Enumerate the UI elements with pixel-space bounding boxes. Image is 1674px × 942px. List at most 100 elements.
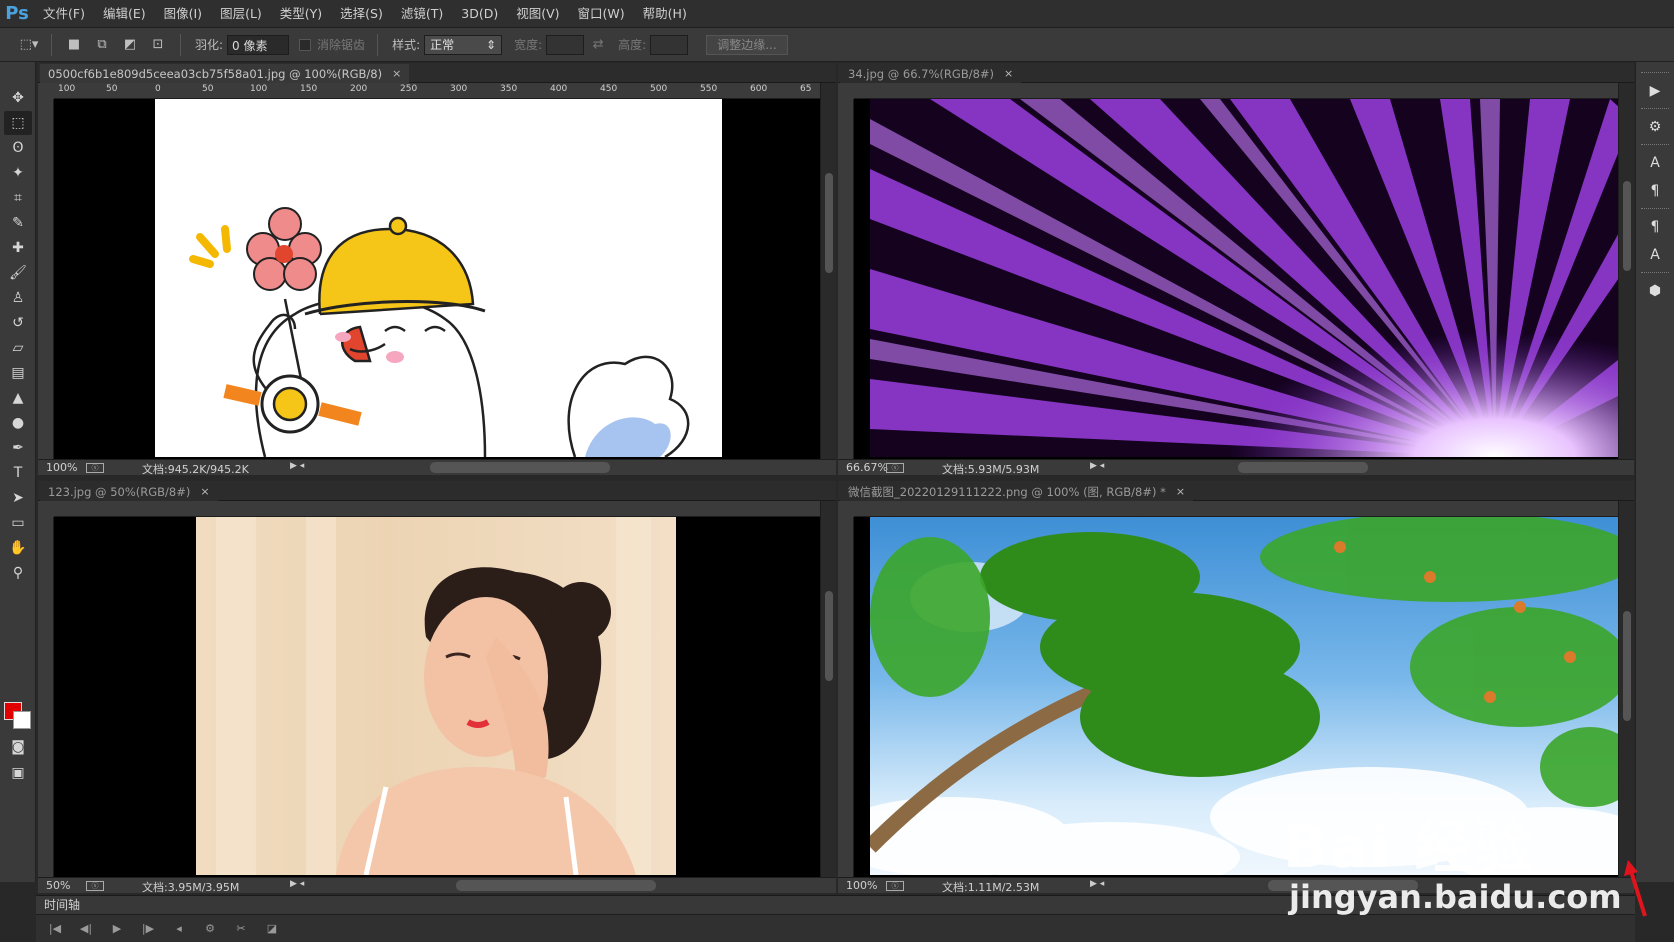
zoom-level[interactable]: 66.67%: [846, 461, 888, 474]
pen-tool-icon[interactable]: ✒: [4, 436, 32, 460]
intersect-selection-icon[interactable]: ⊡: [147, 34, 169, 56]
document-tab[interactable]: 微信截图_20220129111222.png @ 100% (图, RGB/8…: [840, 482, 1194, 501]
document-tab[interactable]: 0500cf6b1e809d5ceea03cb75f58a01.jpg @ 10…: [40, 64, 410, 83]
type-tool-icon[interactable]: T: [4, 461, 32, 485]
new-selection-icon[interactable]: ■: [63, 34, 85, 56]
document-canvas[interactable]: [54, 517, 820, 877]
zoom-level[interactable]: 100%: [46, 461, 77, 474]
portrait-photo-image: [196, 517, 676, 875]
horizontal-scrollbar-thumb[interactable]: [456, 880, 656, 891]
zoom-level[interactable]: 50%: [46, 879, 70, 892]
previous-frame-icon[interactable]: ◀|: [75, 919, 97, 939]
character-styles-icon[interactable]: A: [1641, 242, 1669, 268]
lasso-tool-icon[interactable]: ʘ: [4, 136, 32, 160]
properties-icon[interactable]: ⚙: [1641, 114, 1669, 140]
path-selection-tool-icon[interactable]: ➤: [4, 486, 32, 510]
shape-tool-icon[interactable]: ▭: [4, 511, 32, 535]
feather-input[interactable]: 0 像素: [227, 34, 290, 55]
subtract-selection-icon[interactable]: ◩: [119, 34, 141, 56]
move-tool-icon[interactable]: ✥: [4, 86, 32, 110]
menu-image[interactable]: 图像(I): [155, 0, 211, 28]
vertical-scrollbar[interactable]: [820, 501, 836, 877]
scrollbar-thumb[interactable]: [825, 591, 833, 681]
spot-healing-tool-icon[interactable]: ✚: [4, 236, 32, 260]
close-icon[interactable]: ×: [1004, 67, 1013, 80]
settings-icon[interactable]: ⚙: [199, 919, 221, 939]
cartoon-image: [155, 99, 722, 457]
document-tab[interactable]: 34.jpg @ 66.7%(RGB/8#) ×: [840, 64, 1022, 83]
character-icon[interactable]: A: [1641, 150, 1669, 176]
marquee-preset-icon[interactable]: ⬚▾: [18, 34, 40, 56]
zoom-level[interactable]: 100%: [846, 879, 877, 892]
status-menu-arrow-icon[interactable]: ▶ ◂: [1090, 879, 1104, 889]
paragraph-styles-icon[interactable]: ¶: [1641, 214, 1669, 240]
dodge-tool-icon[interactable]: ●: [4, 411, 32, 435]
vertical-scrollbar[interactable]: [820, 83, 836, 459]
brush-tool-icon[interactable]: 🖌: [4, 261, 32, 285]
document-canvas[interactable]: [854, 517, 1618, 877]
scrollbar-thumb[interactable]: [1623, 181, 1631, 271]
ruler-corner: [838, 83, 854, 99]
clone-stamp-tool-icon[interactable]: ♙: [4, 286, 32, 310]
horizontal-scrollbar-thumb[interactable]: [1268, 880, 1418, 891]
status-menu-arrow-icon[interactable]: ▶ ◂: [290, 461, 304, 471]
eyedropper-tool-icon[interactable]: ✎: [4, 211, 32, 235]
3d-cube-icon[interactable]: ⬢: [1641, 278, 1669, 304]
height-input[interactable]: [650, 34, 689, 55]
scissors-icon[interactable]: ✂: [230, 919, 252, 939]
next-frame-icon[interactable]: |▶: [137, 919, 159, 939]
panel-dock: ▶ ⚙ A ¶ ¶ A ⬢: [1635, 62, 1674, 882]
menu-layer[interactable]: 图层(L): [211, 0, 271, 28]
menu-type[interactable]: 类型(Y): [271, 0, 331, 28]
document-canvas[interactable]: [854, 99, 1618, 459]
horizontal-scrollbar-thumb[interactable]: [1238, 462, 1368, 473]
eraser-tool-icon[interactable]: ▱: [4, 336, 32, 360]
menu-edit[interactable]: 编辑(E): [94, 0, 155, 28]
style-select[interactable]: 正常 ⇕: [424, 34, 503, 55]
first-frame-icon[interactable]: |◀: [44, 919, 66, 939]
menu-file[interactable]: 文件(F): [34, 0, 94, 28]
ruler-label: 0: [155, 84, 161, 94]
document-tab[interactable]: 123.jpg @ 50%(RGB/8#) ×: [40, 482, 218, 501]
gradient-tool-icon[interactable]: ▤: [4, 361, 32, 385]
blur-tool-icon[interactable]: ▲: [4, 386, 32, 410]
status-menu-arrow-icon[interactable]: ▶ ◂: [1090, 461, 1104, 471]
vertical-scrollbar[interactable]: [1618, 83, 1634, 459]
status-menu-arrow-icon[interactable]: ▶ ◂: [290, 879, 304, 889]
rectangular-marquee-tool-icon[interactable]: ⬚: [4, 111, 32, 135]
close-icon[interactable]: ×: [392, 67, 401, 80]
transition-icon[interactable]: ◪: [261, 919, 283, 939]
scrollbar-thumb[interactable]: [825, 173, 833, 273]
menu-view[interactable]: 视图(V): [507, 0, 568, 28]
close-icon[interactable]: ×: [1176, 485, 1185, 498]
vertical-scrollbar[interactable]: [1618, 501, 1634, 877]
magic-wand-tool-icon[interactable]: ✦: [4, 161, 32, 185]
refine-edge-button[interactable]: 调整边缘...: [706, 34, 788, 55]
audio-icon[interactable]: ◂: [168, 919, 190, 939]
separator: [377, 33, 379, 56]
close-icon[interactable]: ×: [200, 485, 209, 498]
play-icon[interactable]: ▶: [1641, 78, 1669, 104]
menu-help[interactable]: 帮助(H): [634, 0, 696, 28]
background-color-swatch[interactable]: [13, 711, 31, 729]
paragraph-icon[interactable]: ¶: [1641, 178, 1669, 204]
zoom-tool-icon[interactable]: ⚲: [4, 561, 32, 585]
scrollbar-thumb[interactable]: [1623, 611, 1631, 721]
menu-filter[interactable]: 滤镜(T): [392, 0, 452, 28]
play-icon[interactable]: ▶: [106, 919, 128, 939]
width-input[interactable]: [546, 34, 585, 55]
menu-window[interactable]: 窗口(W): [569, 0, 634, 28]
swap-dimensions-icon[interactable]: ⇄: [587, 34, 609, 56]
menu-3d[interactable]: 3D(D): [452, 0, 507, 28]
hand-tool-icon[interactable]: ✋: [4, 536, 32, 560]
horizontal-scrollbar-thumb[interactable]: [430, 462, 610, 473]
menu-select[interactable]: 选择(S): [331, 0, 392, 28]
ruler-label: 600: [750, 84, 768, 94]
document-canvas[interactable]: [54, 99, 820, 459]
add-selection-icon[interactable]: ⧉: [91, 34, 113, 56]
screen-mode-icon[interactable]: ▣: [4, 761, 32, 785]
history-brush-tool-icon[interactable]: ↺: [4, 311, 32, 335]
antialias-checkbox[interactable]: [299, 38, 312, 51]
quick-mask-icon[interactable]: ◙: [4, 735, 32, 759]
crop-tool-icon[interactable]: ⌗: [4, 186, 32, 210]
